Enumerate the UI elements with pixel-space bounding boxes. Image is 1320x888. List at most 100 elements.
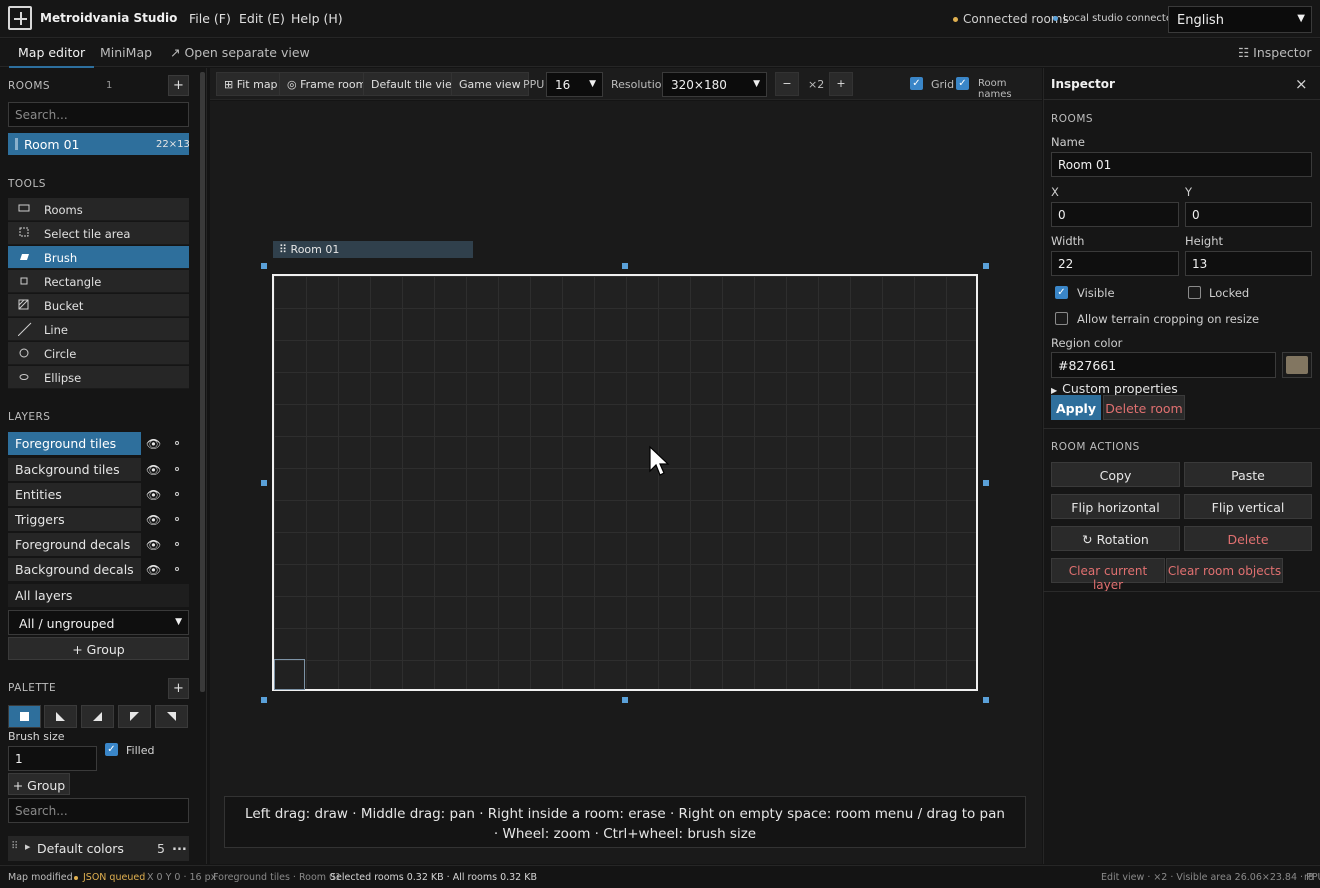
ppu-select[interactable]: 16 ▼ xyxy=(546,72,603,97)
add-palette-button[interactable]: + xyxy=(168,678,189,699)
inspector-toggle-button[interactable]: ☷ Inspector xyxy=(1238,45,1312,60)
lock-dot-icon[interactable] xyxy=(175,567,179,571)
palette-tile-full[interactable] xyxy=(8,705,41,728)
resize-handle-bottom[interactable] xyxy=(622,697,628,703)
room-list-item[interactable]: Room 01 22×13 xyxy=(8,133,190,155)
layer-group-select[interactable]: All / ungrouped ▼ xyxy=(8,610,189,635)
name-label: Name xyxy=(1051,135,1085,149)
resize-handle-tr[interactable] xyxy=(983,263,989,269)
eye-icon[interactable]: 👁 xyxy=(146,488,162,502)
layer-triggers[interactable]: Triggers xyxy=(8,508,141,531)
tool-label: Bucket xyxy=(44,299,84,313)
eye-icon[interactable]: 👁 xyxy=(146,563,162,577)
room-name-input[interactable]: Room 01 xyxy=(1051,152,1312,177)
eye-icon[interactable]: 👁 xyxy=(146,437,162,451)
height-input[interactable]: 13 xyxy=(1185,251,1312,276)
resize-handle-tl[interactable] xyxy=(261,263,267,269)
flip-vertical-button[interactable]: Flip vertical xyxy=(1184,494,1312,519)
tab-map-editor[interactable]: Map editor xyxy=(9,45,95,68)
resize-handle-top[interactable] xyxy=(622,263,628,269)
menu-file[interactable]: File (F) xyxy=(189,11,231,26)
flip-horizontal-button[interactable]: Flip horizontal xyxy=(1051,494,1180,519)
layer-foreground-decals[interactable]: Foreground decals xyxy=(8,533,141,556)
tool-line[interactable]: Line xyxy=(8,318,189,341)
visible-checkbox[interactable]: ✓ xyxy=(1055,286,1068,299)
tool-select-tile-area[interactable]: Select tile area xyxy=(8,222,189,245)
region-color-input[interactable]: #827661 xyxy=(1051,352,1276,378)
drag-handle-icon xyxy=(15,138,18,150)
eye-icon[interactable]: 👁 xyxy=(146,513,162,527)
expand-triangle-icon: ▶ xyxy=(1051,386,1058,395)
palette-tile-slope-tl[interactable] xyxy=(118,705,151,728)
tool-rooms[interactable]: Rooms xyxy=(8,198,189,221)
close-icon[interactable]: × xyxy=(1295,75,1308,93)
game-view-button[interactable]: Game view xyxy=(451,72,529,96)
custom-properties-label: Custom properties xyxy=(1062,381,1178,396)
lock-dot-icon[interactable] xyxy=(175,441,179,445)
apply-button[interactable]: Apply xyxy=(1051,395,1101,420)
delete-button[interactable]: Delete xyxy=(1184,526,1312,551)
paste-button[interactable]: Paste xyxy=(1184,462,1312,487)
layer-background-decals[interactable]: Background decals xyxy=(8,558,141,581)
locked-checkbox[interactable] xyxy=(1188,286,1201,299)
fit-map-button[interactable]: ⊞ Fit map xyxy=(216,72,286,96)
menu-edit[interactable]: Edit (E) xyxy=(239,11,285,26)
tool-brush[interactable]: Brush xyxy=(8,246,189,269)
zoom-out-button[interactable]: − xyxy=(775,72,799,96)
palette-search-input[interactable]: Search... xyxy=(8,798,189,823)
terrain-crop-checkbox[interactable] xyxy=(1055,312,1068,325)
resolution-select[interactable]: 320×180 ▼ xyxy=(662,72,767,97)
resize-handle-right[interactable] xyxy=(983,480,989,486)
region-color-swatch[interactable] xyxy=(1282,352,1312,378)
lock-dot-icon[interactable] xyxy=(175,467,179,471)
add-room-button[interactable]: + xyxy=(168,75,189,96)
room-name-tag[interactable]: ⠿ Room 01 xyxy=(273,241,473,258)
tool-rectangle[interactable]: Rectangle xyxy=(8,270,189,293)
room-search-input[interactable]: Search... xyxy=(8,102,189,127)
y-input[interactable]: 0 xyxy=(1185,202,1312,227)
custom-properties-toggle[interactable]: ▶ Custom properties xyxy=(1051,381,1178,396)
delete-room-button[interactable]: Delete room xyxy=(1103,395,1185,420)
resize-handle-left[interactable] xyxy=(261,480,267,486)
rotation-button[interactable]: ↻ Rotation xyxy=(1051,526,1180,551)
room-names-checkbox[interactable]: ✓ xyxy=(956,77,969,90)
lock-dot-icon[interactable] xyxy=(175,542,179,546)
sidebar-scrollbar[interactable] xyxy=(200,72,205,692)
lock-dot-icon[interactable] xyxy=(175,517,179,521)
frame-room-button[interactable]: ◎ Frame room xyxy=(279,72,375,96)
copy-button[interactable]: Copy xyxy=(1051,462,1180,487)
tab-minimap[interactable]: MiniMap xyxy=(100,45,152,60)
width-input[interactable]: 22 xyxy=(1051,251,1179,276)
mouse-cursor-icon xyxy=(649,445,670,476)
layer-foreground-tiles[interactable]: Foreground tiles xyxy=(8,432,141,455)
open-separate-view-button[interactable]: ↗ Open separate view xyxy=(170,45,310,60)
add-layer-group-button[interactable]: + Group xyxy=(8,637,189,660)
tool-circle[interactable]: Circle xyxy=(8,342,189,365)
clear-room-objects-button[interactable]: Clear room objects xyxy=(1166,558,1283,583)
clear-current-layer-button[interactable]: Clear current layer xyxy=(1051,558,1165,592)
eye-icon[interactable]: 👁 xyxy=(146,463,162,477)
room-grid[interactable] xyxy=(272,274,978,691)
tool-ellipse[interactable]: Ellipse xyxy=(8,366,189,389)
layer-entities[interactable]: Entities xyxy=(8,483,141,506)
palette-tile-slope-tr[interactable] xyxy=(155,705,188,728)
resize-handle-br[interactable] xyxy=(983,697,989,703)
palette-tile-slope-bl[interactable] xyxy=(44,705,77,728)
palette-group-default-colors[interactable]: ⠿ ▶ Default colors 5 ... xyxy=(8,836,189,861)
language-select[interactable]: English ▼ xyxy=(1168,6,1312,33)
palette-tile-slope-br[interactable] xyxy=(81,705,114,728)
tool-bucket[interactable]: Bucket xyxy=(8,294,189,317)
menu-help[interactable]: Help (H) xyxy=(291,11,343,26)
palette-group-menu-button[interactable]: ... xyxy=(172,839,187,854)
lock-dot-icon[interactable] xyxy=(175,492,179,496)
layer-all-layers[interactable]: All layers xyxy=(8,584,189,607)
eye-icon[interactable]: 👁 xyxy=(146,538,162,552)
x-input[interactable]: 0 xyxy=(1051,202,1179,227)
resize-handle-bl[interactable] xyxy=(261,697,267,703)
zoom-in-button[interactable]: + xyxy=(829,72,853,96)
grid-checkbox[interactable]: ✓ xyxy=(910,77,923,90)
add-palette-group-button[interactable]: + Group xyxy=(8,773,70,795)
layer-background-tiles[interactable]: Background tiles xyxy=(8,458,141,481)
brush-size-input[interactable]: 1 xyxy=(8,746,97,771)
filled-checkbox[interactable]: ✓ xyxy=(105,743,118,756)
